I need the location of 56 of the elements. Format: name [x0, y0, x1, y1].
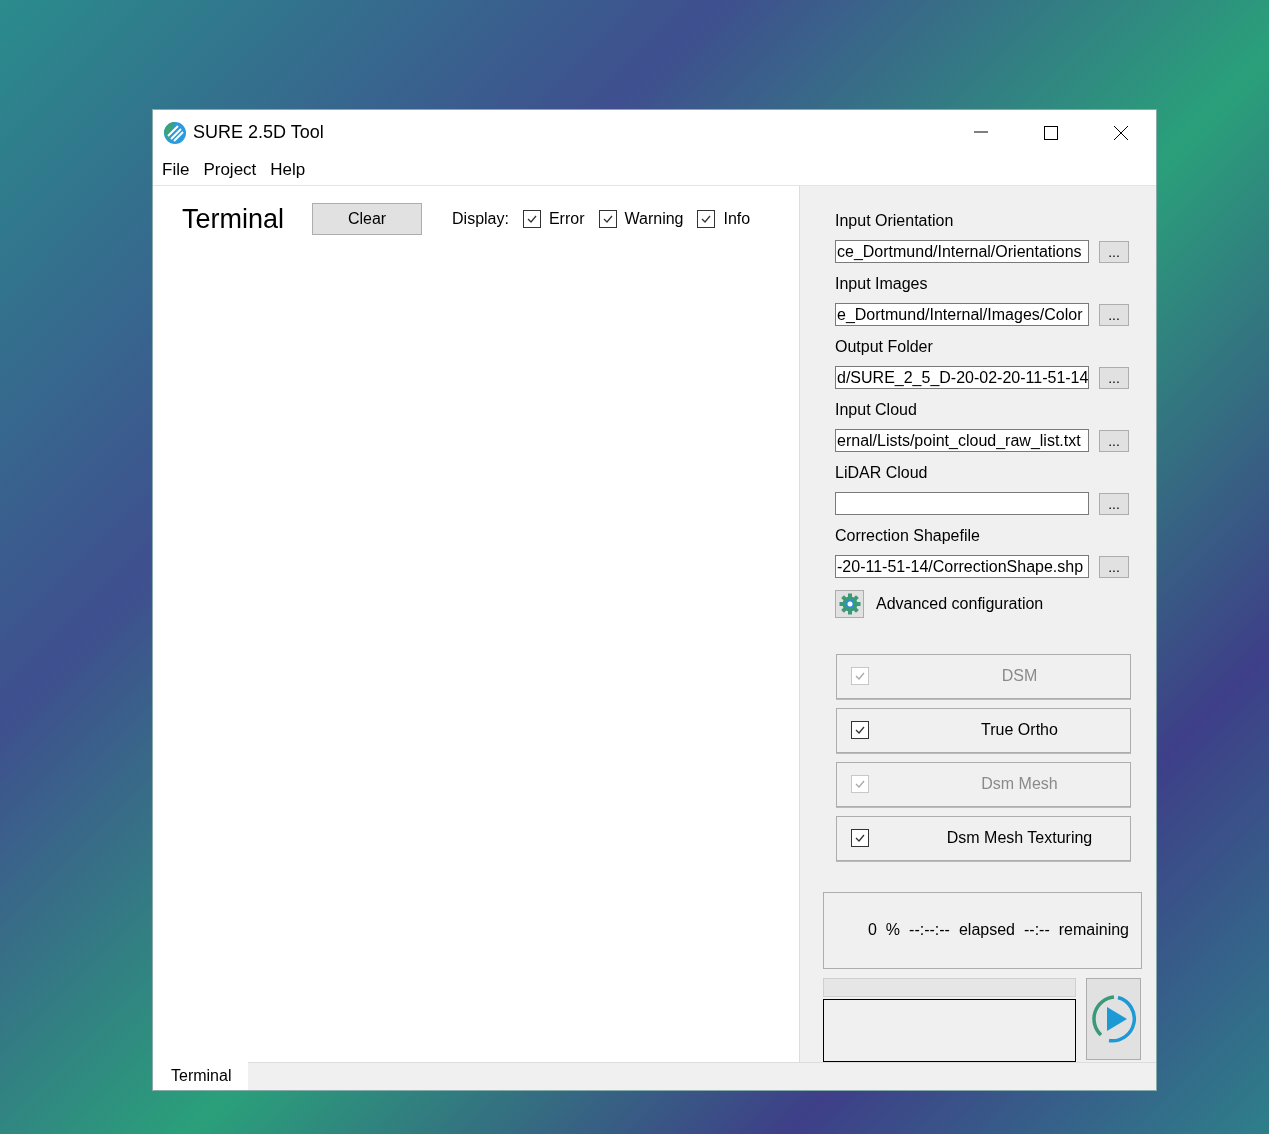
- task-toggle[interactable]: True Ortho: [836, 707, 1131, 753]
- advanced-configuration-label: Advanced configuration: [876, 595, 1044, 613]
- path-field[interactable]: ernal/Lists/point_cloud_raw_list.txt: [835, 429, 1089, 452]
- elapsed-time: --:--:--: [909, 921, 950, 940]
- checkbox[interactable]: [851, 721, 869, 740]
- check-icon: [526, 215, 537, 223]
- field-label: Input Images: [835, 274, 929, 294]
- task-toggle[interactable]: Dsm Mesh Texturing: [836, 815, 1131, 861]
- check-icon: [602, 215, 613, 223]
- terminal-title: Terminal: [182, 203, 285, 235]
- check-icon: [855, 780, 865, 789]
- browse-button[interactable]: ...: [1099, 240, 1129, 263]
- window-title: SURE 2.5D Tool: [193, 122, 325, 143]
- display-label: Display:: [452, 210, 509, 228]
- field-label: LiDAR Cloud: [835, 463, 929, 483]
- checkbox[interactable]: [851, 829, 869, 848]
- filter-label: Error: [548, 210, 585, 228]
- remaining-label: remaining: [1058, 921, 1129, 940]
- settings-icon: [838, 593, 861, 615]
- progress-percent: 0: [867, 921, 877, 940]
- filter-label: Info: [723, 210, 751, 228]
- browse-button[interactable]: ...: [1099, 429, 1129, 452]
- field-label: Correction Shapefile: [835, 526, 981, 546]
- check-icon: [701, 215, 712, 223]
- check-icon: [855, 672, 865, 681]
- browse-button[interactable]: ...: [1099, 555, 1129, 578]
- menu-item[interactable]: Project: [199, 160, 261, 180]
- tab[interactable]: Terminal: [153, 1062, 249, 1090]
- checkbox[interactable]: [697, 210, 716, 228]
- path-field[interactable]: ce_Dortmund/Internal/Orientations: [835, 240, 1089, 263]
- settings-button[interactable]: [835, 590, 864, 618]
- path-field[interactable]: [835, 492, 1089, 515]
- checkbox[interactable]: [522, 210, 541, 228]
- path-field[interactable]: e_Dortmund/Internal/Images/Color: [835, 303, 1089, 326]
- browse-button[interactable]: ...: [1099, 366, 1129, 389]
- menu-item[interactable]: File: [158, 160, 194, 180]
- clear-button[interactable]: Clear: [312, 203, 423, 235]
- path-field[interactable]: -20-11-51-14/CorrectionShape.shp: [835, 555, 1089, 578]
- browse-button[interactable]: ...: [1099, 492, 1129, 515]
- close-icon[interactable]: [1114, 125, 1128, 140]
- elapsed-label: elapsed: [958, 921, 1015, 940]
- app-logo-icon: [163, 120, 187, 145]
- field-label: Output Folder: [835, 337, 934, 357]
- maximize-icon[interactable]: [1044, 125, 1058, 140]
- browse-button[interactable]: ...: [1099, 303, 1129, 326]
- remaining-time: --:--: [1023, 921, 1050, 940]
- filter-label: Warning: [624, 210, 684, 228]
- field-label: Input Cloud: [835, 400, 918, 420]
- percent-sign: %: [885, 921, 901, 940]
- run-button[interactable]: [1086, 978, 1141, 1060]
- checkbox[interactable]: [598, 210, 617, 228]
- path-field[interactable]: d/SURE_2_5_D-20-02-20-11-51-14: [835, 366, 1089, 389]
- check-icon: [855, 834, 865, 843]
- menu-item[interactable]: Help: [266, 160, 310, 180]
- check-icon: [855, 726, 865, 735]
- field-label: Input Orientation: [835, 211, 955, 231]
